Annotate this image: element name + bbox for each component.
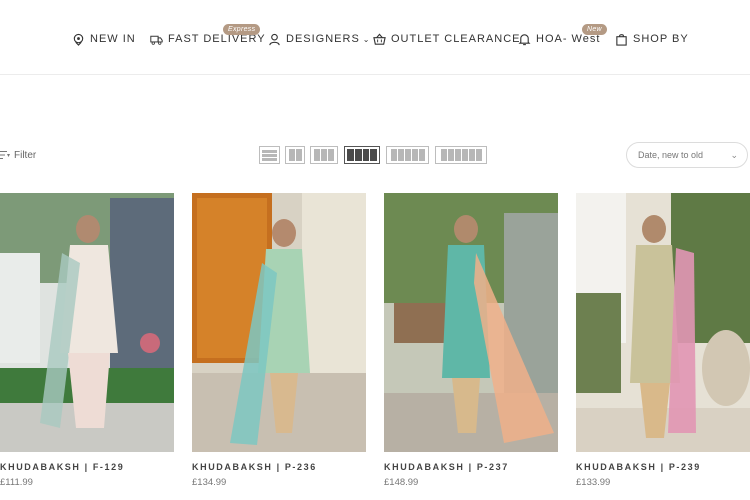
- product-price: £111.99: [0, 477, 33, 488]
- product-name[interactable]: KHUDABAKSH | F-129: [0, 462, 174, 472]
- nav-item-new-in[interactable]: NEW IN: [72, 31, 136, 47]
- chevron-down-icon: ⌄: [730, 150, 738, 160]
- filter-icon: [0, 151, 10, 159]
- nav-label-new-in: NEW IN: [90, 33, 136, 45]
- nav-item-designers[interactable]: DESIGNERS ⌄: [268, 31, 371, 47]
- product-price: £133.99: [576, 477, 611, 488]
- view-5-columns-button[interactable]: [386, 146, 429, 164]
- product-price: £148.99: [384, 477, 419, 488]
- chevron-down-icon: ⌄: [362, 34, 371, 44]
- product-name[interactable]: KHUDABAKSH | P-236: [192, 462, 366, 472]
- list-view-icon: [262, 149, 277, 161]
- pin-icon: [73, 33, 84, 46]
- filter-button[interactable]: Filter: [0, 148, 36, 162]
- bell-icon: [518, 33, 531, 45]
- truck-icon: [150, 35, 163, 45]
- nav-item-outlet-clearance[interactable]: OUTLET CLEARANCE: [373, 31, 521, 47]
- new-badge: New: [582, 24, 607, 35]
- nav-item-shop-by[interactable]: SHOP BY: [615, 31, 689, 47]
- main-navigation: NEW IN FAST DELIVERY Express DESIGNERS ⌄…: [0, 0, 750, 75]
- product-image[interactable]: [0, 193, 174, 452]
- product-card[interactable]: KHUDABAKSH | F-129 £111.99: [0, 193, 174, 488]
- user-icon: [269, 33, 280, 45]
- sort-select[interactable]: Date, new to old ⌄: [626, 142, 748, 168]
- product-card[interactable]: KHUDABAKSH | P-239 £133.99: [576, 193, 750, 488]
- view-2-columns-button[interactable]: [285, 146, 305, 164]
- view-list-button[interactable]: [259, 146, 280, 164]
- express-badge: Express: [223, 24, 261, 35]
- nav-label-outlet-clearance: OUTLET CLEARANCE: [391, 33, 521, 45]
- product-name[interactable]: KHUDABAKSH | P-239: [576, 462, 750, 472]
- nav-label-designers: DESIGNERS: [286, 33, 360, 45]
- product-image[interactable]: [192, 193, 366, 452]
- product-image[interactable]: [384, 193, 558, 452]
- view-4-columns-button[interactable]: [344, 146, 380, 164]
- product-price: £134.99: [192, 477, 227, 488]
- view-3-columns-button[interactable]: [310, 146, 338, 164]
- sort-value: Date, new to old: [638, 150, 704, 160]
- product-image[interactable]: [576, 193, 750, 452]
- filter-label: Filter: [14, 149, 37, 161]
- product-name[interactable]: KHUDABAKSH | P-237: [384, 462, 558, 472]
- product-card[interactable]: KHUDABAKSH | P-237 £148.99: [384, 193, 558, 488]
- nav-label-shop-by: SHOP BY: [633, 33, 689, 45]
- view-6-columns-button[interactable]: [435, 146, 487, 164]
- bag-icon: [616, 33, 627, 46]
- basket-icon: [373, 33, 386, 45]
- product-card[interactable]: KHUDABAKSH | P-236 £134.99: [192, 193, 366, 488]
